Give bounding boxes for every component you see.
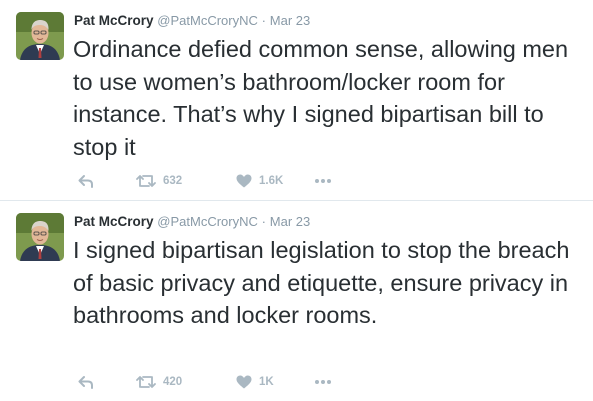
tweet: Pat McCrory @PatMcCroryNC · Mar 23 I sig…	[0, 201, 593, 401]
like-button[interactable]: 1K	[236, 371, 274, 393]
more-icon	[314, 379, 332, 385]
like-button[interactable]: 1.6K	[236, 170, 283, 192]
tweet-text: I signed bipartisan legislation to stop …	[73, 237, 570, 328]
retweet-count: 632	[163, 175, 183, 187]
author-name[interactable]: Pat McCrory	[74, 13, 154, 28]
tweet-timestamp[interactable]: Mar 23	[270, 214, 310, 229]
author-name[interactable]: Pat McCrory	[74, 214, 154, 229]
retweet-count: 420	[163, 376, 183, 388]
reply-button[interactable]	[78, 371, 94, 393]
author-handle[interactable]: @PatMcCroryNC	[157, 214, 258, 229]
retweet-button[interactable]: 632	[136, 170, 182, 192]
tweet: Pat McCrory @PatMcCroryNC · Mar 23 Ordin…	[0, 0, 593, 200]
more-button[interactable]	[314, 371, 332, 393]
heart-icon	[236, 375, 252, 389]
tweet-actions: 632 1.6K	[74, 170, 374, 192]
tweet-text: Ordinance defied common sense, allowing …	[73, 36, 569, 160]
like-count: 1K	[259, 376, 274, 388]
avatar[interactable]	[16, 12, 64, 60]
tweet-header: Pat McCrory @PatMcCroryNC · Mar 23	[74, 12, 310, 30]
avatar[interactable]	[16, 213, 64, 261]
retweet-icon	[136, 174, 156, 188]
tweet-header: Pat McCrory @PatMcCroryNC · Mar 23	[74, 213, 310, 231]
heart-icon	[236, 174, 252, 188]
separator-dot: ·	[261, 214, 266, 229]
separator-dot: ·	[261, 13, 266, 28]
author-handle[interactable]: @PatMcCroryNC	[157, 13, 258, 28]
retweet-button[interactable]: 420	[136, 371, 182, 393]
more-icon	[314, 178, 332, 184]
tweet-actions: 420 1K	[74, 371, 374, 393]
retweet-icon	[136, 375, 156, 389]
like-count: 1.6K	[259, 175, 284, 187]
reply-icon	[78, 375, 94, 389]
reply-button[interactable]	[78, 170, 94, 192]
reply-icon	[78, 174, 94, 188]
more-button[interactable]	[314, 170, 332, 192]
tweet-timestamp[interactable]: Mar 23	[270, 13, 310, 28]
